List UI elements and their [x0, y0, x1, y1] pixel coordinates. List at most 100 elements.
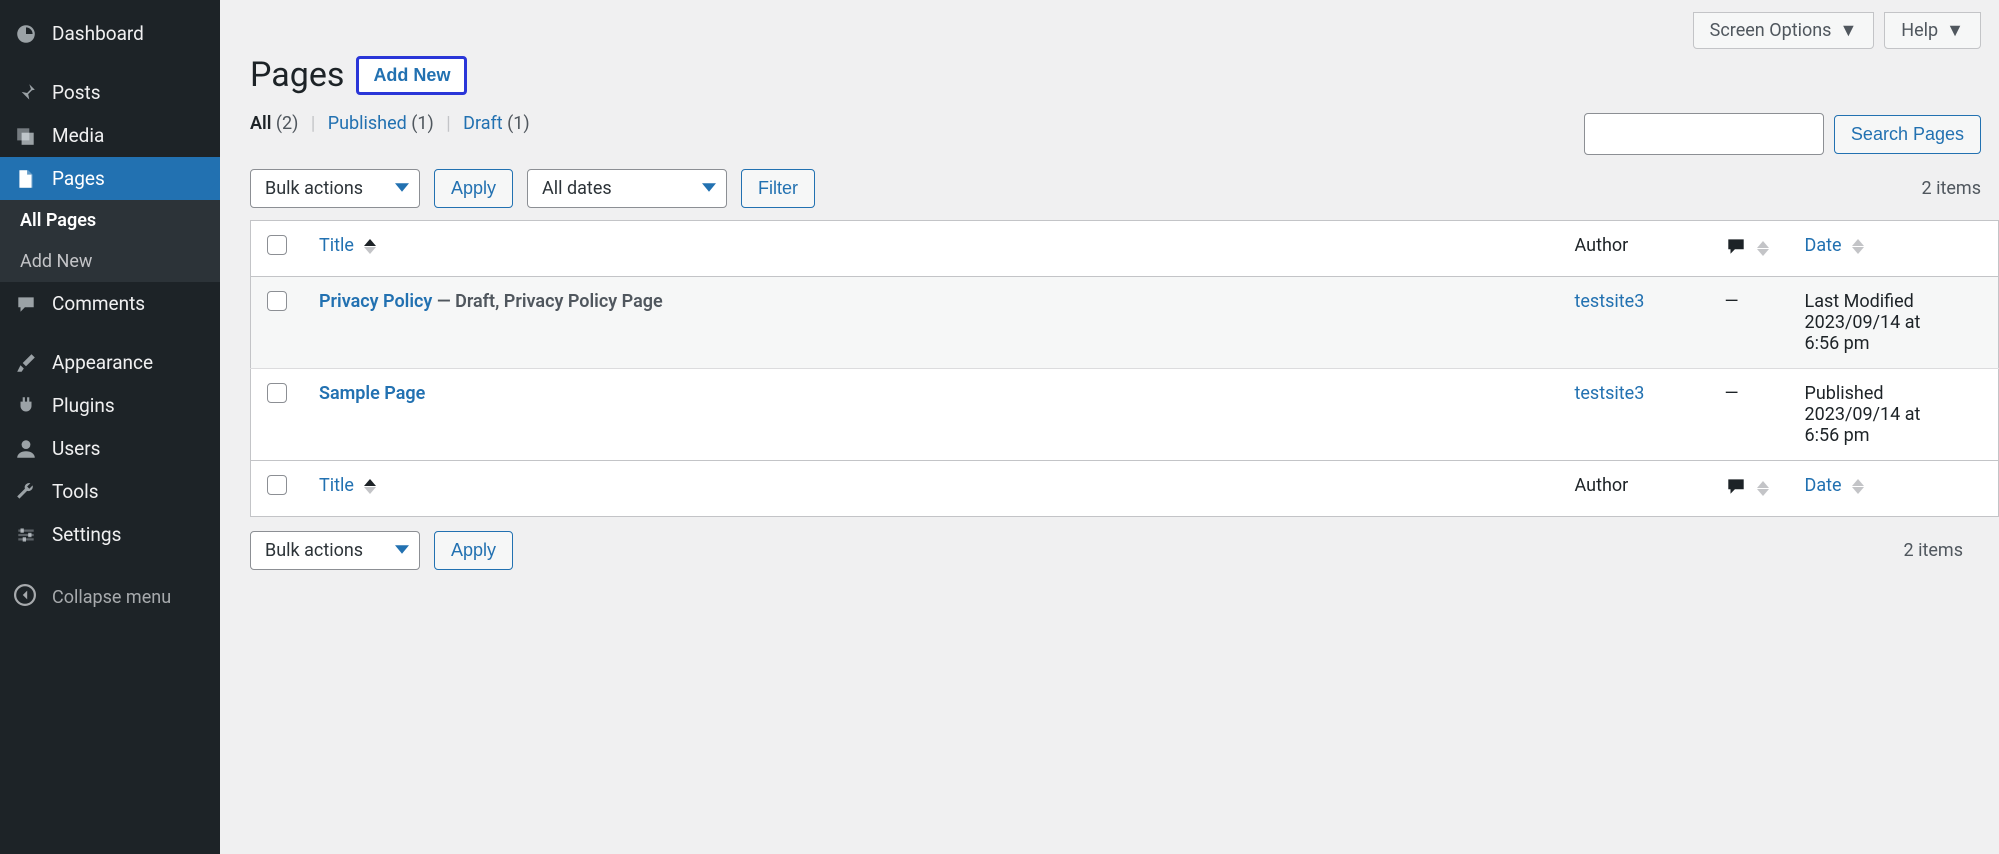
col-checkbox [251, 221, 304, 277]
chevron-down-icon [395, 540, 409, 561]
sidebar-item-plugins[interactable]: Plugins [0, 384, 220, 427]
sidebar-submenu-pages: All Pages Add New [0, 200, 220, 282]
row-status-text: — Draft, Privacy Policy Page [432, 291, 662, 312]
sidebar-item-label: Dashboard [52, 22, 144, 45]
collapse-menu-label: Collapse menu [52, 587, 171, 608]
dashboard-icon [14, 23, 38, 45]
row-checkbox[interactable] [267, 383, 287, 403]
table-row: Sample Page testsite3 — Published 2023/0… [251, 369, 1999, 461]
table-row: Privacy Policy — Draft, Privacy Policy P… [251, 277, 1999, 369]
screen-options-tab[interactable]: Screen Options ▼ [1693, 12, 1875, 49]
sidebar-item-label: Users [52, 437, 100, 460]
brush-icon [14, 352, 38, 374]
comment-icon [14, 293, 38, 315]
sort-indicator-icon [1852, 239, 1864, 254]
status-filter-links: All (2) | Published (1) | Draft (1) [250, 113, 530, 134]
apply-button-bottom[interactable]: Apply [434, 531, 513, 570]
row-date: Published 2023/09/14 at 6:56 pm [1789, 369, 1999, 461]
chevron-down-icon: ▼ [1839, 20, 1857, 41]
chevron-left-circle-icon [14, 584, 38, 611]
sidebar-item-pages[interactable]: Pages [0, 157, 220, 200]
search-input[interactable] [1584, 113, 1824, 155]
sidebar-item-label: Plugins [52, 394, 115, 417]
col-author: Author [1559, 461, 1709, 517]
sort-indicator-icon [1757, 241, 1769, 256]
chevron-down-icon [702, 178, 716, 199]
sliders-icon [14, 524, 38, 546]
sidebar-item-label: Tools [52, 480, 99, 503]
sidebar-item-posts[interactable]: Posts [0, 71, 220, 114]
filter-draft[interactable]: Draft [463, 113, 503, 134]
bulk-actions-select-bottom[interactable]: Bulk actions [250, 531, 420, 570]
bulk-actions-select[interactable]: Bulk actions [250, 169, 420, 208]
row-author-link[interactable]: testsite3 [1575, 383, 1645, 404]
chevron-down-icon [395, 178, 409, 199]
col-date[interactable]: Date [1789, 221, 1999, 277]
page-title: Pages [250, 55, 344, 95]
row-comments: — [1709, 277, 1789, 369]
filter-all[interactable]: All [250, 113, 271, 134]
col-checkbox [251, 461, 304, 517]
comment-bubble-icon [1725, 475, 1747, 502]
row-author-link[interactable]: testsite3 [1575, 291, 1645, 312]
row-checkbox[interactable] [267, 291, 287, 311]
admin-sidebar: Dashboard Posts Media Pages All Pages Ad… [0, 0, 220, 854]
bulk-actions-selected: Bulk actions [265, 178, 363, 199]
help-label: Help [1901, 20, 1938, 41]
filter-published[interactable]: Published [328, 113, 407, 134]
top-tabs: Screen Options ▼ Help ▼ [250, 12, 1999, 49]
chevron-down-icon: ▼ [1946, 20, 1964, 41]
col-comments[interactable] [1709, 461, 1789, 517]
col-comments[interactable] [1709, 221, 1789, 277]
media-icon [14, 125, 38, 147]
sidebar-item-dashboard[interactable]: Dashboard [0, 12, 220, 55]
pin-icon [14, 82, 38, 104]
page-icon [14, 168, 38, 190]
date-filter-select[interactable]: All dates [527, 169, 727, 208]
row-date: Last Modified 2023/09/14 at 6:56 pm [1789, 277, 1999, 369]
sidebar-item-media[interactable]: Media [0, 114, 220, 157]
items-count-top: 2 items [1922, 178, 1999, 199]
comment-bubble-icon [1725, 235, 1747, 262]
pages-table: Title Author Date [250, 220, 1999, 517]
sort-indicator-icon [364, 239, 376, 254]
date-filter-selected: All dates [542, 178, 612, 199]
wrench-icon [14, 481, 38, 503]
plug-icon [14, 395, 38, 417]
screen-options-label: Screen Options [1710, 20, 1832, 41]
add-new-button[interactable]: Add New [356, 56, 467, 95]
help-tab[interactable]: Help ▼ [1884, 12, 1981, 49]
select-all-checkbox[interactable] [267, 235, 287, 255]
col-title[interactable]: Title [303, 221, 1559, 277]
filter-button[interactable]: Filter [741, 169, 815, 208]
col-author: Author [1559, 221, 1709, 277]
filter-published-count: (1) [411, 113, 434, 134]
sidebar-item-settings[interactable]: Settings [0, 513, 220, 556]
sidebar-item-label: Settings [52, 523, 121, 546]
submenu-item-all-pages[interactable]: All Pages [0, 200, 220, 241]
row-title-link[interactable]: Privacy Policy [319, 291, 432, 312]
main-content: Screen Options ▼ Help ▼ Pages Add New Al… [220, 0, 1999, 854]
sidebar-item-label: Appearance [52, 351, 153, 374]
sidebar-item-comments[interactable]: Comments [0, 282, 220, 325]
filter-all-count: (2) [276, 113, 299, 134]
sidebar-item-tools[interactable]: Tools [0, 470, 220, 513]
filter-draft-count: (1) [507, 113, 530, 134]
sidebar-item-label: Media [52, 124, 104, 147]
sort-indicator-icon [1757, 481, 1769, 496]
bulk-actions-selected: Bulk actions [265, 540, 363, 561]
apply-button-top[interactable]: Apply [434, 169, 513, 208]
col-title[interactable]: Title [303, 461, 1559, 517]
col-date[interactable]: Date [1789, 461, 1999, 517]
sidebar-item-users[interactable]: Users [0, 427, 220, 470]
sidebar-item-label: Comments [52, 292, 145, 315]
sort-indicator-icon [364, 479, 376, 494]
submenu-item-add-new[interactable]: Add New [0, 241, 220, 282]
row-comments: — [1709, 369, 1789, 461]
collapse-menu-button[interactable]: Collapse menu [0, 572, 220, 623]
select-all-checkbox-bottom[interactable] [267, 475, 287, 495]
user-icon [14, 438, 38, 460]
row-title-link[interactable]: Sample Page [319, 383, 425, 404]
search-pages-button[interactable]: Search Pages [1834, 115, 1981, 154]
sidebar-item-appearance[interactable]: Appearance [0, 341, 220, 384]
